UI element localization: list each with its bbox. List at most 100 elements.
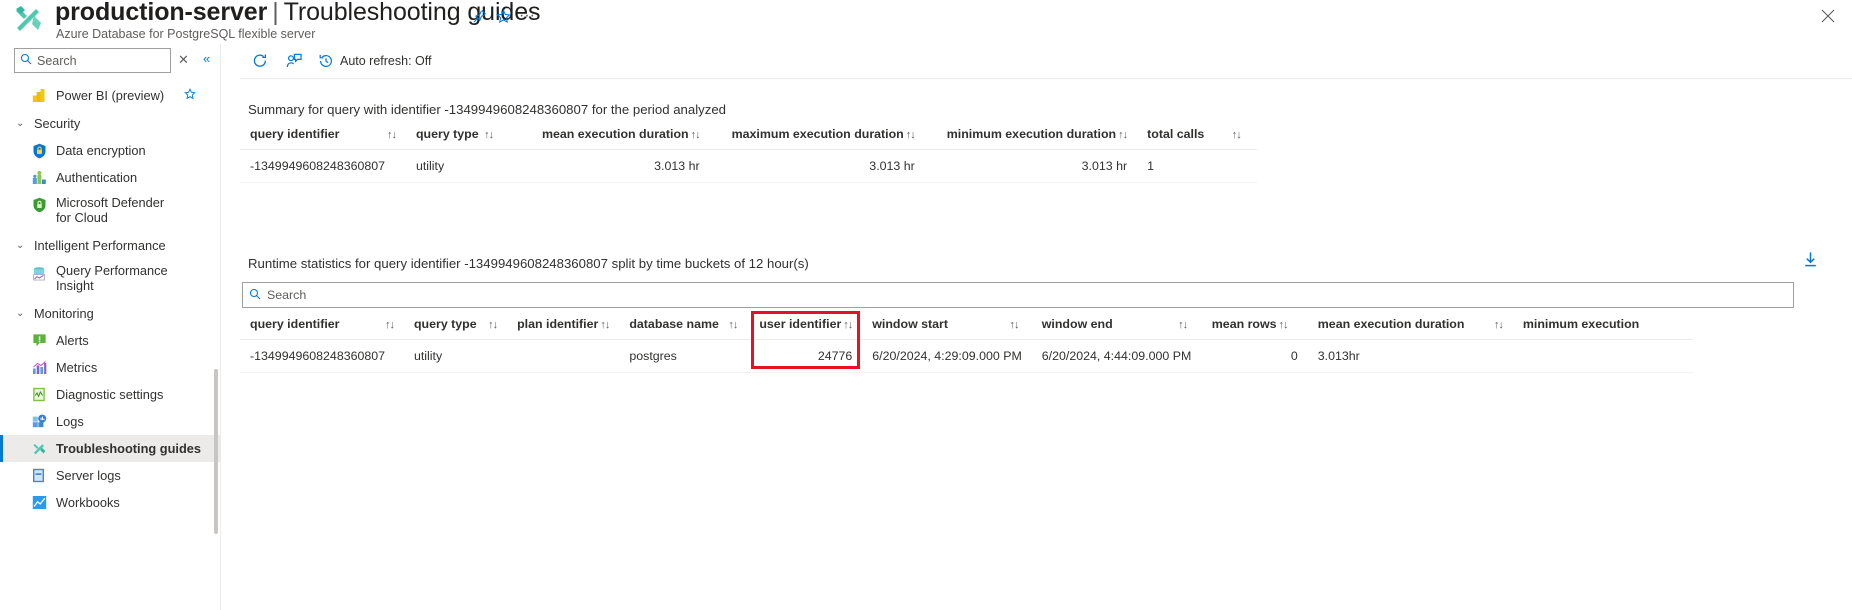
sort-arrows-icon[interactable]: ↑↓ bbox=[480, 319, 498, 331]
sort-arrows-icon[interactable]: ↑↓ bbox=[1208, 129, 1242, 141]
metrics-icon bbox=[32, 359, 56, 377]
sort-arrows-icon[interactable]: ↑↓ bbox=[343, 319, 395, 331]
refresh-button[interactable] bbox=[248, 48, 278, 74]
server-logs-icon bbox=[32, 467, 56, 485]
sort-arrows-icon[interactable]: ↑↓ bbox=[1277, 319, 1289, 331]
sidebar-item-metrics[interactable]: Metrics bbox=[0, 354, 220, 381]
sort-arrows-icon[interactable]: ↑↓ bbox=[722, 319, 738, 331]
sidebar-item-diagnostic-settings[interactable]: Diagnostic settings bbox=[0, 381, 220, 408]
col-query-identifier[interactable]: query identifier ↑↓ bbox=[240, 317, 404, 340]
summary-table: query identifier ↑↓ query type ↑↓ mean e… bbox=[240, 127, 1258, 183]
col-total-calls[interactable]: total calls ↑↓ bbox=[1137, 127, 1257, 150]
favorite-star-icon[interactable] bbox=[184, 88, 196, 103]
auto-refresh-label: Auto refresh: Off bbox=[340, 54, 432, 68]
col-query-type[interactable]: query type ↑↓ bbox=[404, 317, 507, 340]
cell-mean-execution-duration: 3.013hr bbox=[1317, 349, 1360, 363]
col-query-identifier[interactable]: query identifier ↑↓ bbox=[240, 127, 406, 150]
sidebar-item-power-bi[interactable]: Power BI (preview) bbox=[0, 82, 220, 109]
sidebar-item-workbooks[interactable]: Workbooks bbox=[0, 489, 220, 516]
cell-database-name: postgres bbox=[629, 349, 677, 363]
sidebar-item-label: Logs bbox=[56, 414, 84, 429]
authentication-icon bbox=[32, 169, 56, 187]
content-area: Summary for query with identifier -13499… bbox=[240, 79, 1852, 610]
sidebar-group-security[interactable]: ⌄ Security bbox=[0, 109, 220, 137]
search-input[interactable] bbox=[37, 53, 157, 68]
sidebar-item-data-encryption[interactable]: Data encryption bbox=[0, 137, 220, 164]
runtime-search-input[interactable] bbox=[267, 288, 1724, 302]
col-mean-execution-duration[interactable]: mean execution duration ↑↓ bbox=[520, 127, 710, 150]
sidebar-item-alerts[interactable]: Alerts bbox=[0, 327, 220, 354]
alerts-icon bbox=[32, 332, 56, 350]
command-bar: Auto refresh: Off bbox=[240, 44, 1852, 78]
sidebar-item-label: Power BI (preview) bbox=[56, 88, 165, 103]
col-mean-execution-duration[interactable]: mean execution duration ↑↓ bbox=[1308, 317, 1513, 340]
sidebar-search[interactable] bbox=[14, 48, 171, 73]
sidebar-item-microsoft-defender-for-cloud[interactable]: Microsoft Defender for Cloud bbox=[0, 191, 220, 231]
cell-query-identifier: -1349949608248360807 bbox=[250, 349, 386, 363]
col-plan-identifier[interactable]: plan identifier ↑↓ bbox=[507, 317, 619, 340]
sort-arrows-icon[interactable]: ↑↓ bbox=[1116, 129, 1128, 141]
sidebar-item-troubleshooting-guides[interactable]: Troubleshooting guides bbox=[0, 435, 220, 462]
workbooks-icon bbox=[32, 494, 56, 512]
ellipsis-icon[interactable]: ··· bbox=[514, 3, 540, 29]
chevron-down-icon: ⌄ bbox=[16, 307, 25, 319]
col-window-end[interactable]: window end ↑↓ bbox=[1032, 317, 1202, 340]
cell-mean-rows: 0 bbox=[1290, 349, 1298, 363]
sidebar-group-monitoring[interactable]: ⌄ Monitoring bbox=[0, 299, 220, 327]
clear-search-icon[interactable]: ✕ bbox=[178, 52, 189, 68]
clock-history-icon bbox=[318, 53, 334, 69]
sidebar-item-query-performance-insight[interactable]: Query Performance Insight bbox=[0, 259, 220, 299]
feedback-button[interactable] bbox=[282, 48, 312, 74]
cell-window-end: 6/20/2024, 4:44:09.000 PM bbox=[1041, 349, 1192, 363]
sidebar-group-intelligent-performance[interactable]: ⌄ Intelligent Performance bbox=[0, 231, 220, 259]
sort-arrows-icon[interactable]: ↑↓ bbox=[1116, 319, 1188, 331]
sort-arrows-icon[interactable]: ↑↓ bbox=[598, 319, 610, 331]
pin-icon[interactable] bbox=[466, 3, 492, 29]
sort-arrows-icon[interactable]: ↑↓ bbox=[904, 129, 916, 141]
sort-arrows-icon[interactable]: ↑↓ bbox=[841, 319, 853, 331]
logs-icon bbox=[32, 413, 56, 431]
table-row[interactable]: -1349949608248360807 utility postgres 24… bbox=[240, 340, 1693, 373]
col-user-identifier[interactable]: user identifier ↑↓ bbox=[749, 317, 862, 340]
close-icon[interactable] bbox=[1814, 2, 1842, 30]
collapse-sidebar-icon[interactable]: « bbox=[203, 51, 210, 66]
sort-arrows-icon[interactable]: ↑↓ bbox=[343, 129, 397, 141]
sort-arrows-icon[interactable]: ↑↓ bbox=[951, 319, 1019, 331]
resource-subtitle: Azure Database for PostgreSQL flexible s… bbox=[56, 27, 316, 41]
col-maximum-execution-duration[interactable]: maximum execution duration ↑↓ bbox=[710, 127, 925, 150]
col-database-name[interactable]: database name ↑↓ bbox=[619, 317, 749, 340]
col-minimum-execution[interactable]: minimum execution bbox=[1513, 317, 1693, 340]
sidebar-scrollbar[interactable] bbox=[214, 369, 218, 534]
col-mean-rows[interactable]: mean rows ↑↓ bbox=[1202, 317, 1308, 340]
sort-arrows-icon[interactable]: ↑↓ bbox=[689, 129, 701, 141]
sidebar: ✕ « Power BI (preview) bbox=[0, 44, 221, 610]
sidebar-item-logs[interactable]: Logs bbox=[0, 408, 220, 435]
chevron-down-icon: ⌄ bbox=[16, 117, 25, 129]
cell-window-start: 6/20/2024, 4:29:09.000 PM bbox=[872, 349, 1022, 363]
auto-refresh-button[interactable]: Auto refresh: Off bbox=[314, 48, 435, 74]
sidebar-item-label: Query Performance Insight bbox=[56, 263, 168, 293]
defender-shield-icon bbox=[32, 196, 56, 214]
sidebar-item-label: Diagnostic settings bbox=[56, 387, 164, 402]
page-header: production-server | Troubleshooting guides… bbox=[0, 0, 1852, 44]
col-query-type[interactable]: query type ↑↓ bbox=[406, 127, 520, 150]
query-performance-insight-icon bbox=[32, 264, 56, 282]
col-window-start[interactable]: window start ↑↓ bbox=[862, 317, 1032, 340]
lock-shield-icon bbox=[32, 142, 56, 160]
runtime-table-search[interactable] bbox=[242, 282, 1794, 308]
download-button[interactable] bbox=[1797, 249, 1823, 275]
chevron-down-icon: ⌄ bbox=[16, 239, 25, 251]
sidebar-item-label: Microsoft Defender for Cloud bbox=[56, 195, 165, 225]
sort-arrows-icon[interactable]: ↑↓ bbox=[1468, 319, 1504, 331]
table-row[interactable]: -1349949608248360807 utility 3.013 hr 3.… bbox=[240, 150, 1258, 183]
troubleshooting-guides-icon bbox=[12, 2, 46, 36]
sidebar-item-authentication[interactable]: Authentication bbox=[0, 164, 220, 191]
sort-arrows-icon[interactable]: ↑↓ bbox=[482, 129, 494, 141]
star-icon[interactable] bbox=[490, 3, 516, 29]
cell-query-type: utility bbox=[415, 159, 445, 173]
sidebar-item-label: Data encryption bbox=[56, 143, 146, 158]
sidebar-item-label: Troubleshooting guides bbox=[56, 441, 202, 456]
cell-query-type: utility bbox=[413, 349, 443, 363]
col-minimum-execution-duration[interactable]: minimum execution duration ↑↓ bbox=[925, 127, 1137, 150]
sidebar-item-server-logs[interactable]: Server logs bbox=[0, 462, 220, 489]
